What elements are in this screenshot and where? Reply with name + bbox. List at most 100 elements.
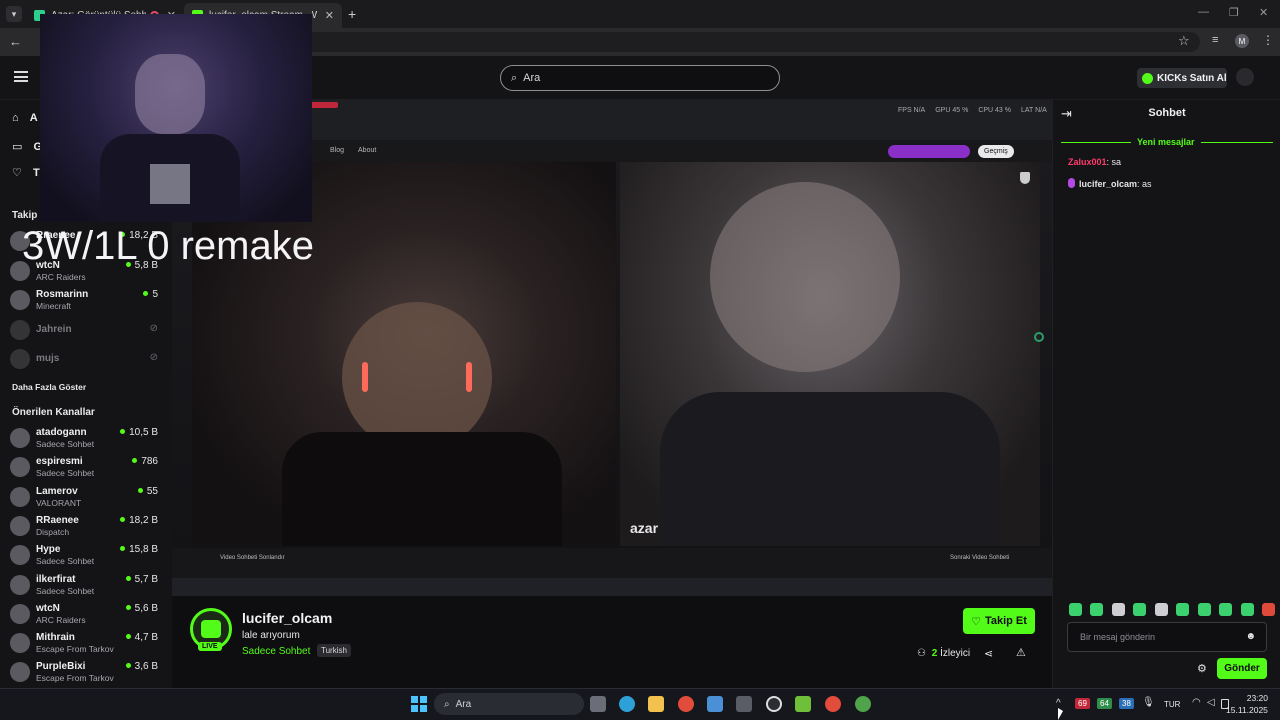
show-more-link[interactable]: Daha Fazla Göster <box>12 382 86 392</box>
browser-menu-icon[interactable]: ⋮ <box>1262 33 1274 47</box>
volume-icon[interactable]: ◁ <box>1207 697 1215 708</box>
tray-badge-1[interactable]: 69 <box>1075 698 1090 709</box>
channel-avatar <box>10 662 30 683</box>
nav-browse[interactable]: ▭ G <box>12 140 42 153</box>
restore-icon[interactable]: ❐ <box>1229 6 1239 19</box>
app-green-icon[interactable] <box>795 696 811 712</box>
emoji-icon[interactable]: ☻ <box>1245 631 1256 642</box>
file-explorer-icon[interactable] <box>648 696 664 712</box>
hamburger-menu-icon[interactable] <box>14 71 28 82</box>
browse-icon: ▭ <box>12 141 23 153</box>
tray-badge-3[interactable]: 38 <box>1119 698 1134 709</box>
viewer-count: 18,2 B <box>120 515 158 526</box>
sidebar-channel-hype[interactable]: Hype Sadece Sohbet 15,8 B <box>10 544 162 568</box>
sidebar-channel-rosmarinn[interactable]: Rosmarinn Minecraft 5 <box>10 289 162 313</box>
channel-name: Rosmarinn <box>36 289 89 300</box>
new-tab-button[interactable]: + <box>348 6 356 22</box>
send-button[interactable]: Gönder <box>1217 658 1267 679</box>
microphone-icon[interactable]: 🎙︎ <box>1142 697 1155 708</box>
search-input[interactable]: ⌕ Ara <box>500 65 780 91</box>
emote-icon[interactable] <box>1219 603 1233 616</box>
channel-name: mujs <box>36 353 60 364</box>
chat-username[interactable]: Zalux001 <box>1068 157 1107 167</box>
bookmark-star-icon[interactable]: ☆ <box>1178 33 1190 49</box>
close-window-icon[interactable]: ✕ <box>1259 6 1268 19</box>
address-field[interactable] <box>300 32 1200 52</box>
chat-input[interactable]: Bir mesaj gönderin ☻ <box>1067 622 1267 652</box>
channel-avatar <box>10 603 30 624</box>
share-icon[interactable]: ⋖ <box>984 647 993 660</box>
chat-title: Sohbet <box>1148 107 1186 119</box>
nav-following[interactable]: ♡ T <box>12 166 40 179</box>
nav-home[interactable]: ⌂ A <box>12 112 38 124</box>
taskbar-search[interactable]: ⌕ Ara <box>434 693 584 715</box>
back-icon[interactable]: ← <box>9 34 22 49</box>
chat-settings-icon[interactable]: ⚙ <box>1197 662 1207 675</box>
follow-button[interactable]: ♡ Takip Et <box>963 608 1035 634</box>
viewer-count-label: İzleyici <box>940 648 971 659</box>
wifi-icon[interactable]: ◠ <box>1192 697 1201 708</box>
search-icon: ⌕ <box>511 71 518 84</box>
emote-icon[interactable] <box>1197 603 1211 616</box>
chat-message: Zalux001: sa <box>1068 157 1121 167</box>
sidebar-channel-mujs[interactable]: mujs ⊘ <box>10 348 162 372</box>
report-icon[interactable]: ⚠ <box>1016 646 1026 659</box>
emote-icon[interactable] <box>1069 603 1082 616</box>
channel-name: ilkerfirat <box>36 573 76 585</box>
language-tag[interactable]: Turkish <box>317 644 351 657</box>
emote-icon[interactable] <box>1090 603 1104 616</box>
sidebar-channel-purplebixi[interactable]: PurpleBixi Escape From Tarkov 3,6 B <box>10 661 162 685</box>
chrome-icon[interactable] <box>678 696 694 712</box>
emote-icon[interactable] <box>1240 603 1254 616</box>
language-indicator[interactable]: TUR <box>1164 700 1180 709</box>
tab-list-button[interactable]: ▾ <box>6 6 22 22</box>
kick-mascot-icon <box>201 620 221 638</box>
tray-badge-2[interactable]: 64 <box>1097 698 1112 709</box>
sidebar-channel-espiresmi[interactable]: espiresmi Sadece Sohbet 786 <box>10 456 162 480</box>
buy-kicks-button[interactable]: KICKs Satın Al <box>1137 68 1227 88</box>
sidebar-channel-ilkerfirat[interactable]: ilkerfirat Sadece Sohbet 5,7 B <box>10 574 162 598</box>
stream-category[interactable]: Sadece Sohbet <box>242 646 310 657</box>
calculator-icon[interactable] <box>736 696 752 712</box>
chrome-profile-2-icon[interactable] <box>855 696 871 712</box>
sidebar-channel-rraenee[interactable]: RRaenee Dispatch 18,2 B <box>10 515 162 539</box>
store-icon[interactable] <box>707 696 723 712</box>
viewer-count: 3,6 B <box>126 661 158 672</box>
recommended-heading: Önerilen Kanallar <box>12 407 95 418</box>
chrome-profile-icon[interactable] <box>825 696 841 712</box>
emote-icon[interactable] <box>1154 603 1168 616</box>
viewer-count: 15,8 B <box>120 544 158 555</box>
webcam-face <box>135 54 205 134</box>
emote-icon[interactable] <box>1133 603 1147 616</box>
viewer-count: 55 <box>138 486 158 497</box>
sidebar-channel-jahrein[interactable]: Jahrein ⊘ <box>10 319 162 343</box>
sidebar-channel-wtcn[interactable]: wtcN ARC Raiders 5,6 B <box>10 603 162 627</box>
stream-info-bar: LIVE lucifer_olcam lale arıyorum Sadece … <box>172 596 1052 688</box>
close-tab-icon[interactable]: ✕ <box>325 9 334 22</box>
minimize-icon[interactable]: — <box>1198 6 1209 18</box>
clock-time[interactable]: 23:20 <box>1246 693 1268 703</box>
start-icon[interactable] <box>411 696 427 712</box>
media-control-icon[interactable]: ≡ <box>1212 34 1218 46</box>
channel-category: Minecraft <box>36 301 71 311</box>
channel-name: Lamerov <box>36 485 78 497</box>
user-avatar[interactable] <box>1236 68 1254 86</box>
emote-icon[interactable] <box>1261 603 1275 616</box>
emote-icon[interactable] <box>1111 603 1125 616</box>
profile-avatar[interactable]: M <box>1235 34 1249 48</box>
emote-icon[interactable] <box>1176 603 1190 616</box>
clock-date[interactable]: 15.11.2025 <box>1226 705 1268 715</box>
task-view-icon[interactable] <box>590 696 606 712</box>
edge-icon[interactable] <box>619 696 635 712</box>
channel-avatar <box>10 633 30 654</box>
inner-stat-fps: FPS N/A <box>898 107 926 114</box>
channel-name[interactable]: lucifer_olcam <box>242 610 332 626</box>
sidebar-channel-lamerov[interactable]: Lamerov VALORANT 55 <box>10 486 162 510</box>
viewers-icon: ⚇ <box>917 648 926 659</box>
obs-icon[interactable] <box>766 696 782 712</box>
sidebar-channel-atadogann[interactable]: atadogann Sadece Sohbet 10,5 B <box>10 427 162 451</box>
channel-avatar <box>10 349 30 369</box>
chat-username[interactable]: lucifer_olcam <box>1079 179 1137 189</box>
sidebar-channel-mithrain[interactable]: Mithrain Escape From Tarkov 4,7 B <box>10 632 162 656</box>
viewer-count: 5,6 B <box>126 603 158 614</box>
